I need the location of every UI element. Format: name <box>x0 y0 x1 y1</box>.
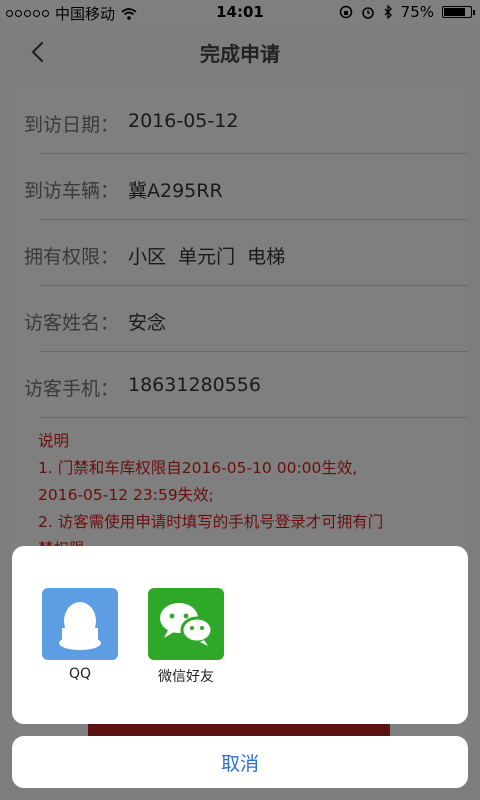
detail-row-vehicle: 到访车辆： 冀A295RR <box>12 154 468 220</box>
page-title: 完成申请 <box>200 42 280 66</box>
detail-row-visit-date: 到访日期： 2016-05-12 <box>12 88 468 154</box>
rotation-lock-icon <box>339 5 352 19</box>
battery-percent: 75% <box>400 3 434 21</box>
instructions-line: 1. 门禁和车库权限自2016-05-10 00:00生效, <box>38 459 358 477</box>
detail-label: 到访车辆： <box>24 180 120 202</box>
share-qq-button[interactable]: QQ <box>42 588 118 682</box>
detail-row-visitor-name: 访客姓名： 安念 <box>12 286 468 352</box>
detail-label: 访客手机： <box>24 378 120 400</box>
alarm-icon <box>361 7 374 19</box>
detail-label: 拥有权限： <box>24 246 120 268</box>
detail-label: 访客姓名： <box>24 312 120 334</box>
detail-value: 18631280556 <box>128 374 261 396</box>
status-right: 75% <box>339 3 475 21</box>
bluetooth-icon <box>384 5 392 19</box>
battery-icon <box>442 6 475 18</box>
status-bar: 中国移动 14:01 75% <box>0 0 480 24</box>
share-wechat-button[interactable]: 微信好友 <box>148 588 224 686</box>
cancel-button[interactable]: 取消 <box>12 736 468 788</box>
detail-value: 2016-05-12 <box>128 110 239 132</box>
wechat-icon <box>148 588 224 660</box>
share-qq-label: QQ <box>68 666 92 682</box>
share-sheet: QQ 微信好友 <box>12 546 468 724</box>
detail-value: 小区 单元门 电梯 <box>128 246 286 268</box>
share-wechat-label: 微信好友 <box>158 669 214 685</box>
navigation-bar: 完成申请 <box>0 24 480 80</box>
instructions-heading: 说明 <box>38 432 70 450</box>
qq-icon <box>42 588 118 660</box>
detail-row-permissions: 拥有权限： 小区 单元门 电梯 <box>12 220 468 286</box>
instructions-block: 说明 1. 门禁和车库权限自2016-05-10 00:00生效, 2016-0… <box>38 428 458 563</box>
instructions-line: 2. 访客需使用申请时填写的手机号登录才可拥有门 <box>38 513 384 531</box>
detail-row-visitor-phone: 访客手机： 18631280556 <box>12 352 468 418</box>
detail-label: 到访日期： <box>24 114 120 136</box>
detail-value: 冀A295RR <box>128 180 223 202</box>
instructions-line: 2016-05-12 23:59失效; <box>38 486 214 504</box>
detail-value: 安念 <box>128 312 167 334</box>
